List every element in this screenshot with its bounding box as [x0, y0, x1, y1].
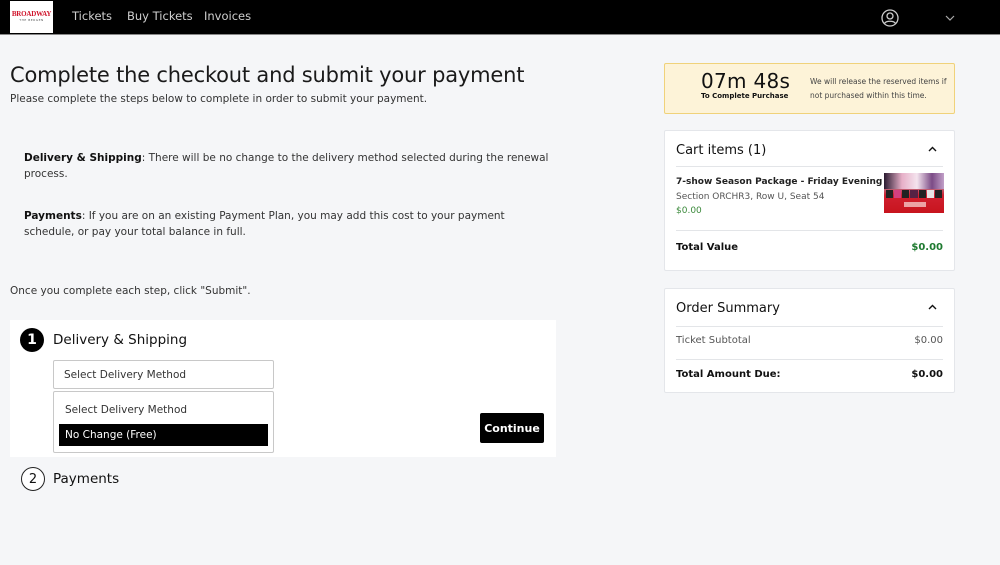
user-circle-icon[interactable]: [881, 9, 899, 27]
timer-note: We will release the reserved items if no…: [810, 77, 947, 100]
dropdown-option-select-delivery[interactable]: Select Delivery Method: [59, 399, 268, 421]
info-delivery-label: Delivery & Shipping: [24, 152, 142, 164]
timer-label: To Complete Purchase: [701, 92, 789, 100]
cart-items-card: Cart items (1) 7-show Season Package - F…: [664, 130, 955, 271]
info-delivery: Delivery & Shipping: There will be no ch…: [24, 150, 554, 182]
ticket-subtotal-label: Ticket Subtotal: [676, 335, 751, 346]
divider: [676, 166, 943, 167]
broadway-logo[interactable]: BROADWAY THE BERGEN: [10, 1, 53, 33]
page-subtitle: Please complete the steps below to compl…: [10, 93, 428, 105]
page-title: Complete the checkout and submit your pa…: [10, 63, 525, 87]
total-value-amount: $0.00: [911, 242, 943, 253]
divider: [676, 359, 943, 360]
order-summary-card: Order Summary Ticket Subtotal $0.00 Tota…: [664, 288, 955, 393]
info-payments: Payments: If you are on an existing Paym…: [24, 208, 554, 240]
chevron-down-icon[interactable]: [944, 14, 956, 22]
total-due-label: Total Amount Due:: [676, 369, 781, 380]
delivery-method-select[interactable]: Select Delivery Method: [53, 360, 274, 389]
nav-link-buy-tickets[interactable]: Buy Tickets: [127, 9, 193, 23]
logo-text: BROADWAY: [11, 10, 52, 18]
cart-item-price: $0.00: [676, 206, 702, 216]
step-title-payments[interactable]: Payments: [53, 471, 119, 487]
step-delivery-shipping: 1 Delivery & Shipping Select Delivery Me…: [10, 320, 556, 457]
step-number-1: 1: [20, 328, 44, 352]
cart-title: Cart items (1): [676, 143, 767, 158]
continue-button[interactable]: Continue: [480, 413, 544, 443]
info-payments-text: : If you are on an existing Payment Plan…: [24, 210, 505, 238]
delivery-method-dropdown: Select Delivery Method No Change (Free): [53, 391, 274, 453]
divider: [676, 326, 943, 327]
total-due-value: $0.00: [911, 369, 943, 380]
step-title-delivery: Delivery & Shipping: [53, 332, 188, 348]
info-payments-label: Payments: [24, 210, 82, 222]
dropdown-option-no-change[interactable]: No Change (Free): [59, 424, 268, 446]
total-value-label: Total Value: [676, 242, 739, 253]
season-package-thumbnail: [884, 173, 944, 213]
cart-item-seat: Section ORCHR3, Row U, Seat 54: [676, 192, 825, 202]
top-nav: BROADWAY THE BERGEN Tickets Buy Tickets …: [0, 0, 1000, 35]
divider: [676, 230, 943, 231]
ticket-subtotal-value: $0.00: [914, 335, 943, 346]
step-number-2: 2: [21, 467, 45, 491]
order-summary-title: Order Summary: [676, 301, 780, 316]
cart-item-name: 7-show Season Package - Friday Evening: [676, 177, 883, 187]
chevron-up-icon[interactable]: [928, 146, 937, 152]
nav-link-tickets[interactable]: Tickets: [72, 9, 112, 23]
chevron-up-icon[interactable]: [928, 304, 937, 310]
instruction-text: Once you complete each step, click "Subm…: [10, 285, 251, 297]
nav-link-invoices[interactable]: Invoices: [204, 9, 251, 23]
countdown-timer: 07m 48s To Complete Purchase We will rel…: [664, 63, 955, 114]
logo-subtext: THE BERGEN: [19, 18, 44, 22]
timer-value: 07m 48s: [701, 69, 791, 93]
